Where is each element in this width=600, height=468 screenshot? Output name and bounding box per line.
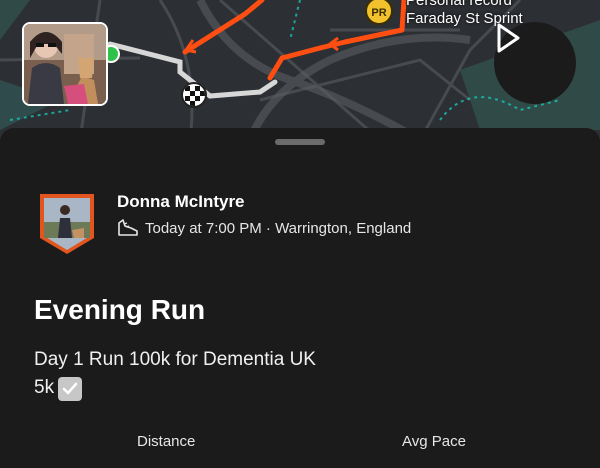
distance-label: Distance [137, 433, 196, 450]
description-line-1: Day 1 Run 100k for Dementia UK [34, 349, 316, 370]
activity-title: Evening Run [34, 294, 206, 325]
description-line-2: 5k [34, 377, 55, 398]
play-icon [497, 23, 520, 53]
drag-handle[interactable] [275, 139, 325, 145]
photo-thumbnail[interactable] [22, 22, 108, 106]
shoe-icon [118, 219, 138, 236]
activity-sheet: Donna McIntyre Today at 7:00 PM · Warrin… [0, 128, 600, 468]
pr-badge-text: PR [371, 7, 386, 19]
activity-meta: Today at 7:00 PM · Warrington, England [117, 218, 411, 238]
finish-flag-icon [181, 82, 207, 108]
checkbox-icon [58, 377, 83, 401]
avg-pace-label: Avg Pace [402, 433, 466, 450]
avatar[interactable] [38, 192, 96, 256]
route-map[interactable]: PR Personal record Faraday St Sprint [0, 0, 600, 140]
athlete-name[interactable]: Donna McIntyre [117, 192, 245, 212]
pr-line1: Personal record [406, 0, 512, 9]
play-button[interactable] [494, 22, 576, 104]
activity-description: Day 1 Run 100k for Dementia UK 5k [34, 346, 316, 402]
pr-medal-icon[interactable]: PR [364, 0, 394, 25]
activity-datetime-location: Today at 7:00 PM · Warrington, England [145, 219, 412, 237]
